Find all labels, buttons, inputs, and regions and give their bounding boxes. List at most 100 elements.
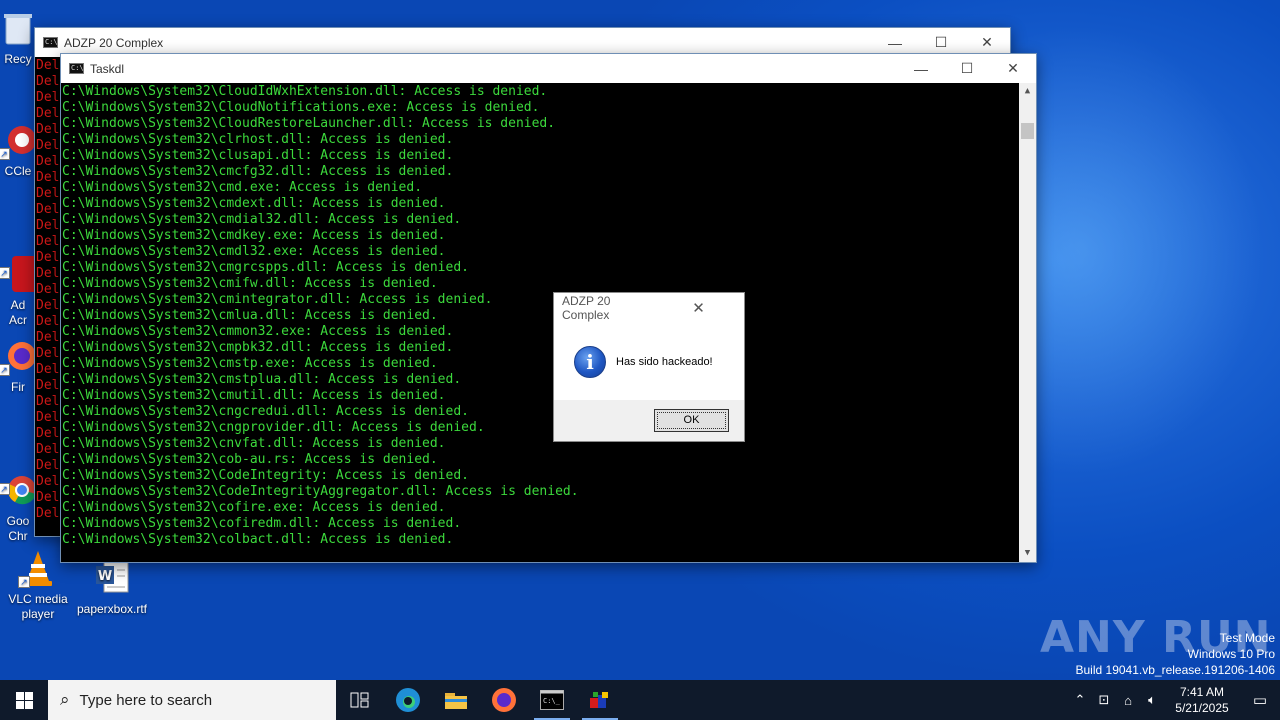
console-line: C:\Windows\System32\cmlua.dll: Access is… bbox=[62, 308, 438, 323]
console-line: C:\Windows\System32\CloudIdWxhExtension.… bbox=[62, 84, 548, 99]
device-icon[interactable]: ⊡ bbox=[1092, 692, 1116, 708]
svg-text:W: W bbox=[98, 569, 112, 584]
vlc-cone-icon: ↗ bbox=[18, 548, 58, 588]
console-line: C:\Windows\System32\CodeIntegrityAggrega… bbox=[62, 484, 579, 499]
recycle-bin-icon bbox=[0, 8, 38, 48]
console-line: C:\Windows\System32\cmmon32.exe: Access … bbox=[62, 324, 454, 339]
test-mode-text: Test Mode bbox=[1219, 631, 1275, 645]
firefox-icon: ↗ bbox=[0, 336, 38, 376]
console-line: C:\Windows\System32\cofire.exe: Access i… bbox=[62, 500, 446, 515]
shortcut-arrow-icon: ↗ bbox=[0, 364, 10, 376]
edge-icon bbox=[396, 688, 420, 712]
taskbar-command-prompt[interactable]: C:\_ bbox=[528, 680, 576, 720]
close-button[interactable]: ✕ bbox=[990, 60, 1036, 77]
console-lines: C:\Windows\System32\CloudIdWxhExtension.… bbox=[61, 83, 1036, 548]
console-line: C:\Windows\System32\cnvfat.dll: Access i… bbox=[62, 436, 446, 451]
console-line: C:\Windows\System32\cmdl32.exe: Access i… bbox=[62, 244, 446, 259]
minimize-button[interactable]: — bbox=[872, 35, 918, 51]
ok-button[interactable]: OK bbox=[654, 409, 729, 432]
minimize-button[interactable]: — bbox=[898, 61, 944, 77]
word-document-icon: W bbox=[92, 558, 132, 598]
build-text: Build 19041.vb_release.191206-1406 bbox=[1075, 663, 1276, 677]
dialog-message: Has sido hackeado! bbox=[616, 356, 713, 368]
firefox-icon bbox=[492, 688, 516, 712]
console-line: C:\Windows\System32\CloudNotifications.e… bbox=[62, 100, 540, 115]
scroll-up-arrow-icon[interactable]: ▲ bbox=[1019, 83, 1036, 100]
taskbar-edge[interactable] bbox=[384, 680, 432, 720]
console-app-icon: C:\ bbox=[43, 37, 58, 48]
console-line: C:\Windows\System32\cofiredm.dll: Access… bbox=[62, 516, 462, 531]
volume-icon[interactable]: 🔈︎ bbox=[1140, 692, 1164, 708]
folder-icon bbox=[445, 693, 467, 709]
command-prompt-icon: C:\_ bbox=[540, 690, 564, 710]
desktop-icon-label: Recy bbox=[4, 52, 32, 66]
console-line: C:\Windows\System32\cmdkey.exe: Access i… bbox=[62, 228, 446, 243]
desktop-icon-label: Goo Chr bbox=[6, 514, 30, 543]
console-app-icon: C:\ bbox=[69, 63, 84, 74]
message-dialog[interactable]: ADZP 20 Complex ✕ i Has sido hackeado! O… bbox=[553, 292, 745, 442]
dialog-close-button[interactable]: ✕ bbox=[653, 299, 744, 317]
chevron-up-icon[interactable]: ⌃ bbox=[1068, 692, 1092, 708]
shortcut-arrow-icon: ↗ bbox=[0, 148, 10, 160]
vertical-scrollbar[interactable]: ▲ ▼ bbox=[1019, 83, 1036, 562]
console-line: C:\Windows\System32\cmutil.dll: Access i… bbox=[62, 388, 446, 403]
desktop-icon-recycle-bin[interactable]: Recy bbox=[0, 8, 38, 67]
start-button[interactable] bbox=[0, 680, 48, 720]
taskbar-search-box[interactable]: ⌕ Type here to search bbox=[48, 680, 336, 720]
title-bar[interactable]: C:\ Taskdl — ☐ ✕ bbox=[61, 54, 1036, 83]
console-line: C:\Windows\System32\cmcfg32.dll: Access … bbox=[62, 164, 454, 179]
desktop-icon-label: VLC media player bbox=[8, 592, 68, 621]
clock-date: 5/21/2025 bbox=[1175, 701, 1229, 715]
shortcut-arrow-icon: ↗ bbox=[18, 576, 30, 588]
console-line: C:\Windows\System32\cngprovider.dll: Acc… bbox=[62, 420, 485, 435]
maximize-button[interactable]: ☐ bbox=[944, 60, 990, 77]
dialog-title: ADZP 20 Complex bbox=[562, 293, 611, 322]
notification-icon[interactable]: ▭ bbox=[1240, 691, 1280, 709]
desktop-icon-paperxbox[interactable]: W paperxbox.rtf bbox=[74, 558, 150, 617]
console-line: C:\Windows\System32\cmgrcspps.dll: Acces… bbox=[62, 260, 469, 275]
shortcut-arrow-icon: ↗ bbox=[0, 267, 10, 279]
console-line: C:\Windows\System32\CloudRestoreLauncher… bbox=[62, 116, 556, 131]
desktop-icon-label: CCle bbox=[4, 164, 32, 178]
network-icon[interactable]: ⌂ bbox=[1116, 693, 1140, 708]
console-line: C:\Windows\System32\colbact.dll: Access … bbox=[62, 532, 454, 547]
windows-logo-icon bbox=[15, 691, 33, 709]
shortcut-arrow-icon: ↗ bbox=[0, 483, 10, 495]
scrollbar-thumb[interactable] bbox=[1021, 123, 1034, 139]
window-title: ADZP 20 Complex bbox=[64, 35, 164, 50]
taskbar-malware-app[interactable] bbox=[576, 680, 624, 720]
console-line: C:\Windows\System32\cmstplua.dll: Access… bbox=[62, 372, 462, 387]
console-line: C:\Windows\System32\cmstp.exe: Access is… bbox=[62, 356, 438, 371]
taskbar-file-explorer[interactable] bbox=[432, 680, 480, 720]
desktop-icon-label: paperxbox.rtf bbox=[76, 602, 148, 616]
task-view-button[interactable] bbox=[336, 680, 384, 720]
system-tray: ⌃ ⊡ ⌂ 🔈︎ 7:41 AM 5/21/2025 ▭ bbox=[1068, 680, 1280, 720]
desktop-icon-adobe-acrobat[interactable]: ↗ Ad Acr bbox=[0, 224, 38, 343]
maximize-button[interactable]: ☐ bbox=[918, 34, 964, 51]
desktop-icon-label: Ad Acr bbox=[9, 298, 27, 327]
console-line: C:\Windows\System32\cngcredui.dll: Acces… bbox=[62, 404, 469, 419]
scroll-down-arrow-icon[interactable]: ▼ bbox=[1019, 545, 1036, 562]
desktop-icon-firefox[interactable]: ↗ Fir bbox=[0, 336, 38, 395]
dialog-body: i Has sido hackeado! bbox=[554, 322, 744, 402]
console-line: C:\Windows\System32\cmd.exe: Access is d… bbox=[62, 180, 423, 195]
dialog-footer: OK bbox=[554, 400, 744, 441]
console-line: C:\Windows\System32\CodeIntegrity: Acces… bbox=[62, 468, 469, 483]
desktop-icon-ccleaner[interactable]: ↗ CCle bbox=[0, 120, 38, 179]
desktop-icon-google-chrome[interactable]: ↗ Goo Chr bbox=[0, 440, 38, 559]
console-window-taskdl[interactable]: C:\ Taskdl — ☐ ✕ C:\Windows\System32\Clo… bbox=[60, 53, 1037, 563]
console-line: C:\Windows\System32\cmpbk32.dll: Access … bbox=[62, 340, 454, 355]
taskbar-clock[interactable]: 7:41 AM 5/21/2025 bbox=[1164, 684, 1240, 716]
taskbar-firefox[interactable] bbox=[480, 680, 528, 720]
console-line: C:\Windows\System32\cmdial32.dll: Access… bbox=[62, 212, 462, 227]
console-line: C:\Windows\System32\cmifw.dll: Access is… bbox=[62, 276, 438, 291]
console-output[interactable]: C:\Windows\System32\CloudIdWxhExtension.… bbox=[61, 83, 1036, 562]
console-line: C:\Windows\System32\cob-au.rs: Access is… bbox=[62, 452, 438, 467]
console-line: C:\Windows\System32\cmdext.dll: Access i… bbox=[62, 196, 446, 211]
adobe-acrobat-icon: ↗ bbox=[0, 239, 38, 292]
dialog-title-bar[interactable]: ADZP 20 Complex ✕ bbox=[554, 293, 744, 322]
close-button[interactable]: ✕ bbox=[964, 34, 1010, 51]
console-line: C:\Windows\System32\clrhost.dll: Access … bbox=[62, 132, 454, 147]
console-line: C:\Windows\System32\clusapi.dll: Access … bbox=[62, 148, 454, 163]
taskbar: ⌕ Type here to search C:\_ ⌃ ⊡ ⌂ 🔈︎ 7:41… bbox=[0, 680, 1280, 720]
